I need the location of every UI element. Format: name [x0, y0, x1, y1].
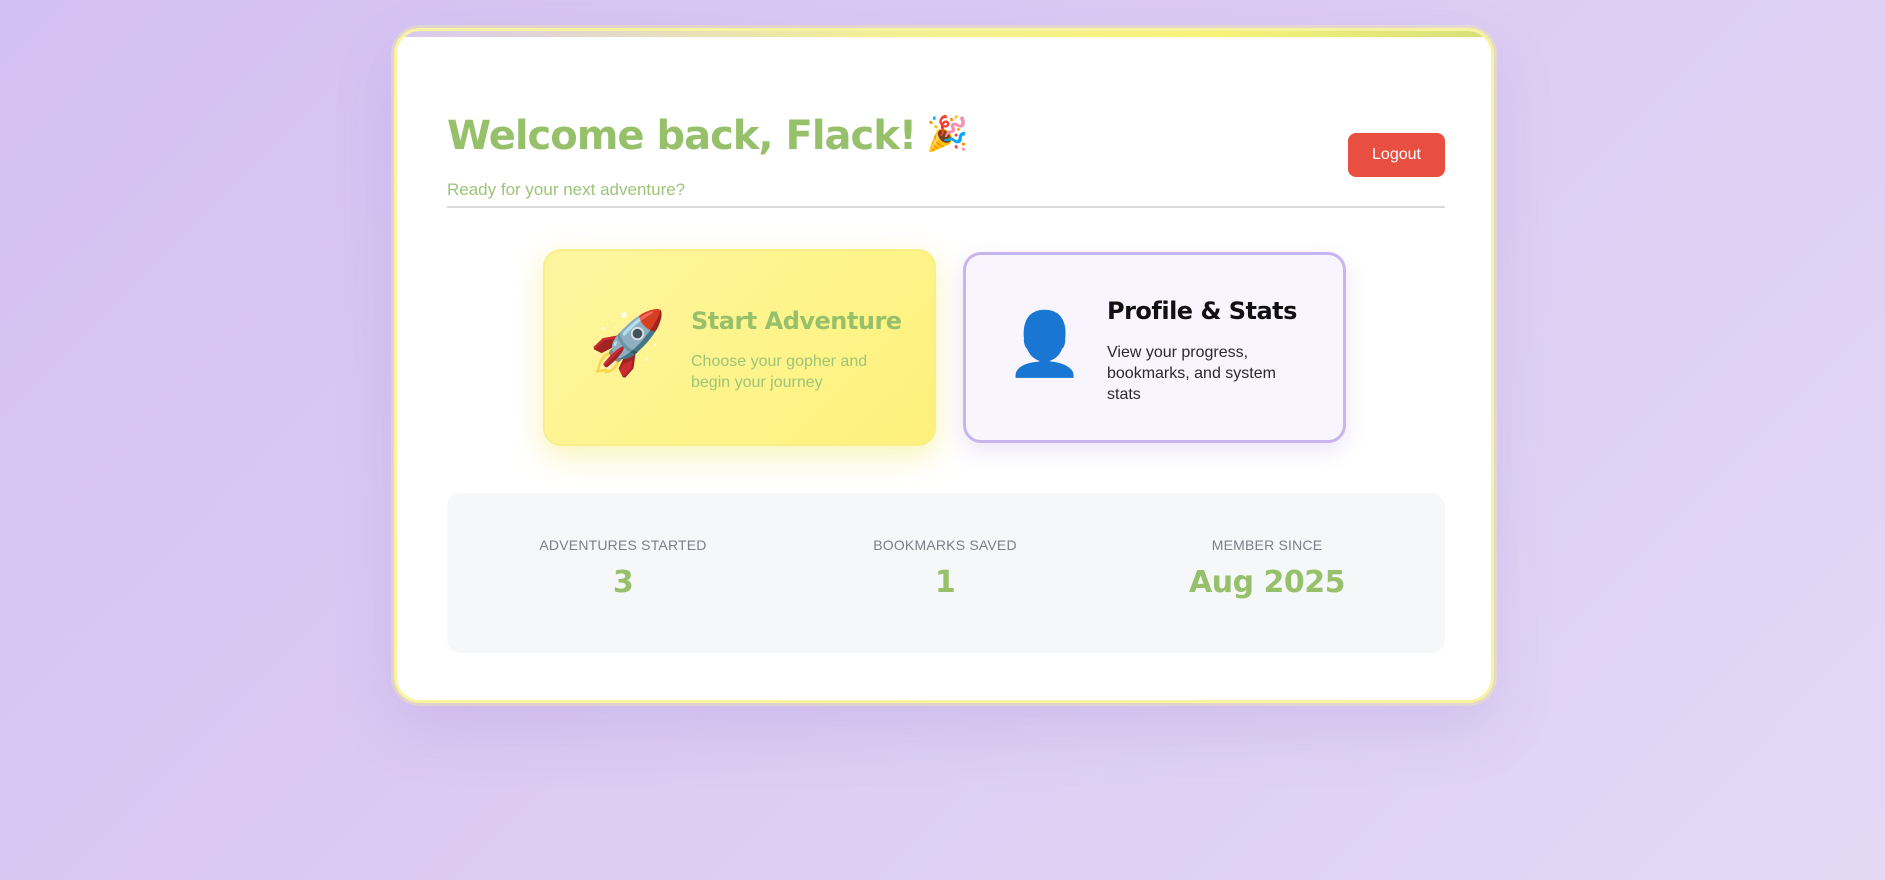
dashboard-card: Welcome back, Flack! 🎉 Ready for your nex… [394, 28, 1494, 703]
welcome-heading: Welcome back, Flack! 🎉 [447, 113, 968, 159]
stat-member-since: MEMBER SINCE Aug 2025 [1147, 537, 1387, 600]
start-adventure-description: Choose your gopher and begin your journe… [691, 353, 868, 391]
party-popper-icon: 🎉 [926, 114, 968, 154]
stat-value: 3 [612, 565, 634, 600]
user-silhouette-icon: 👤 [1006, 310, 1084, 379]
stat-label: BOOKMARKS SAVED [873, 537, 1017, 553]
start-adventure-title: Start Adventure [691, 307, 902, 335]
profile-stats-title: Profile & Stats [1107, 297, 1297, 325]
stat-label: ADVENTURES STARTED [539, 537, 707, 553]
stat-bookmarks-saved: BOOKMARKS SAVED 1 [825, 537, 1065, 600]
stats-panel: ADVENTURES STARTED 3 BOOKMARKS SAVED 1 M… [447, 493, 1445, 653]
stat-adventures-started: ADVENTURES STARTED 3 [503, 537, 743, 600]
welcome-title: Welcome back, Flack! [447, 113, 917, 159]
stat-value: 1 [934, 565, 956, 600]
stat-value: Aug 2025 [1189, 565, 1346, 600]
profile-stats-description: View your progress, bookmarks, and syste… [1107, 344, 1276, 403]
welcome-subtitle: Ready for your next adventure? [447, 180, 686, 199]
profile-stats-card[interactable]: 👤 Profile & Stats View your progress, bo… [963, 252, 1346, 443]
dashboard-header: Welcome back, Flack! 🎉 Ready for your nex… [447, 83, 1445, 233]
logout-button[interactable]: Logout [1348, 133, 1445, 177]
card-top-accent-stripe [397, 31, 1491, 37]
header-divider [447, 206, 1445, 208]
rocket-icon: 🚀 [589, 309, 667, 378]
stat-label: MEMBER SINCE [1211, 537, 1323, 553]
start-adventure-card[interactable]: 🚀 Start Adventure Choose your gopher and… [543, 249, 936, 446]
